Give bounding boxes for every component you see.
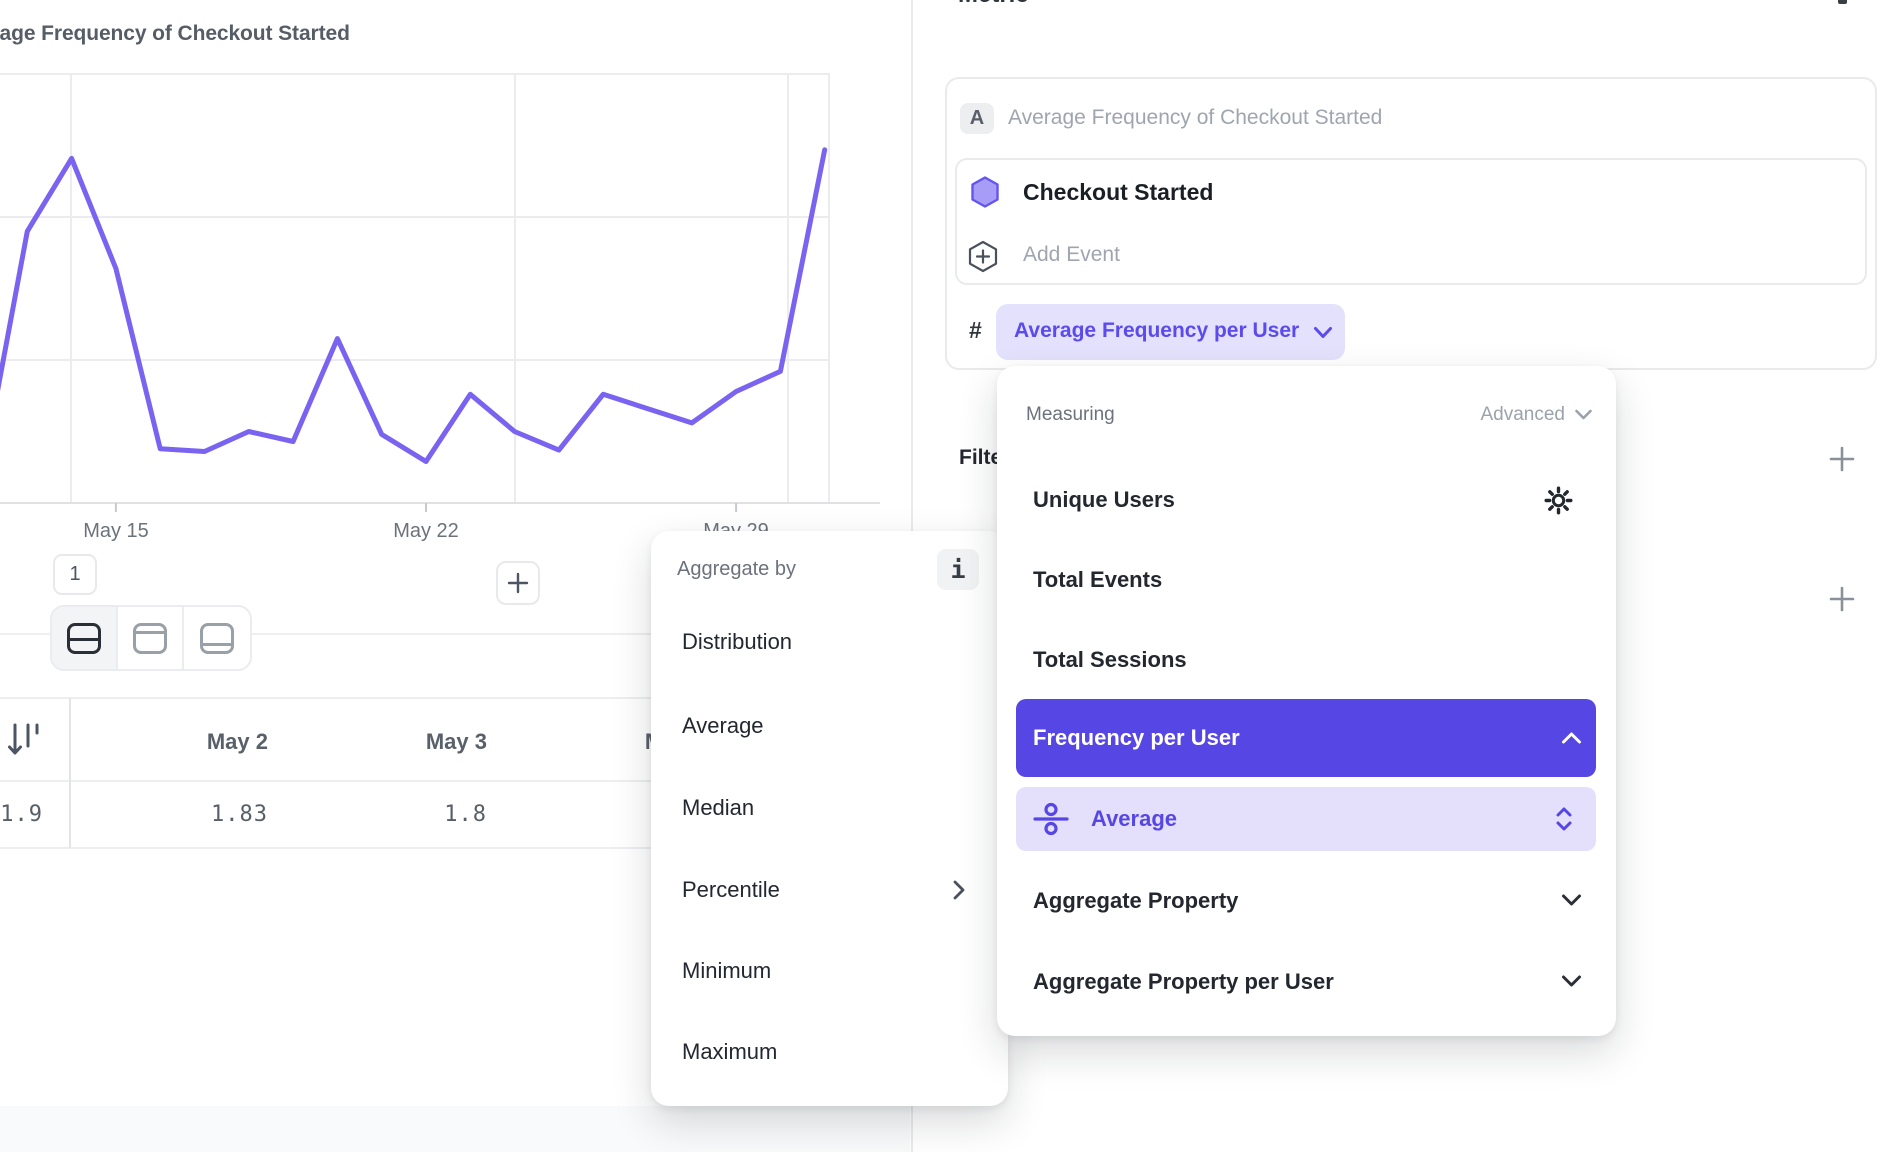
aggregate-property-per-user-chevron-down-icon [1561, 974, 1582, 988]
layout-split-button[interactable] [52, 607, 118, 669]
layout-chart-top-icon [133, 623, 167, 654]
x-tick-may22: May 22 [393, 520, 459, 543]
add-button[interactable] [496, 561, 540, 605]
menu-item-minimum[interactable]: Minimum [682, 958, 771, 984]
measure-type-prefix: # [969, 317, 982, 344]
layout-chart-top-button[interactable] [118, 607, 184, 669]
add-event-button[interactable]: Add Event [1023, 243, 1120, 267]
table-column-separator [69, 698, 71, 848]
add-event-hexagon-icon [968, 240, 998, 273]
submenu-chevron-right-icon [952, 879, 966, 901]
aggregate-property-chevron-down-icon [1561, 893, 1582, 907]
plus-icon [507, 572, 529, 594]
table-header-may2[interactable]: May 2 [207, 729, 268, 755]
measuring-label: Measuring [1026, 404, 1115, 426]
measure-dropdown-label: Average Frequency per User [1014, 319, 1299, 343]
menu-item-unique-users[interactable]: Unique Users [1033, 487, 1175, 513]
sort-icon[interactable] [7, 722, 41, 760]
section-separator-left [0, 633, 50, 635]
menu-item-maximum[interactable]: Maximum [682, 1039, 777, 1065]
gear-icon[interactable] [1544, 486, 1573, 515]
aggregate-by-label: Aggregate by [677, 558, 796, 581]
menu-item-percentile[interactable]: Percentile [682, 877, 780, 903]
x-tick-may15: May 15 [83, 520, 149, 543]
up-down-chevrons-icon [1555, 806, 1573, 832]
menu-item-frequency-per-user-label: Frequency per User [1033, 725, 1240, 751]
page-bottom-band [0, 1106, 910, 1152]
layout-table-bottom-button[interactable] [184, 607, 250, 669]
menu-item-average-sub-label: Average [1091, 806, 1177, 832]
clipped-corner-icon [1838, 0, 1847, 4]
table-cell-2: 1.8 [444, 802, 487, 827]
layout-toggle-group [50, 605, 252, 671]
add-breakdown-button[interactable] [1829, 586, 1855, 612]
metric-section-heading: Metric [958, 0, 1029, 9]
layout-table-bottom-icon [200, 623, 234, 654]
menu-item-aggregate-property-per-user[interactable]: Aggregate Property per User [1033, 969, 1334, 995]
menu-item-total-events[interactable]: Total Events [1033, 567, 1162, 593]
add-filter-button[interactable] [1829, 446, 1855, 472]
chevron-up-icon [1561, 731, 1582, 745]
metric-title-input[interactable]: Average Frequency of Checkout Started [1008, 106, 1382, 130]
table-header-may3[interactable]: May 3 [426, 729, 487, 755]
table-cell-0: 1.9 [0, 802, 43, 827]
event-name[interactable]: Checkout Started [1023, 179, 1213, 206]
series-count-button[interactable]: 1 [53, 554, 97, 595]
menu-item-aggregate-property[interactable]: Aggregate Property [1033, 888, 1238, 914]
layout-split-icon [67, 623, 101, 654]
advanced-chevron-down-icon[interactable] [1574, 409, 1593, 421]
menu-item-distribution[interactable]: Distribution [682, 629, 792, 655]
menu-item-average[interactable]: Average [682, 713, 764, 739]
info-icon[interactable]: i [937, 549, 979, 590]
measure-chevron-down-icon [1313, 326, 1333, 339]
average-divide-icon [1033, 801, 1069, 837]
event-hexagon-icon [971, 176, 999, 208]
table-cell-1: 1.83 [211, 802, 268, 827]
line-chart [0, 0, 911, 548]
metric-badge: A [960, 103, 994, 134]
menu-item-median[interactable]: Median [682, 795, 754, 821]
menu-item-total-sessions[interactable]: Total Sessions [1033, 647, 1187, 673]
advanced-toggle[interactable]: Advanced [1480, 404, 1565, 426]
